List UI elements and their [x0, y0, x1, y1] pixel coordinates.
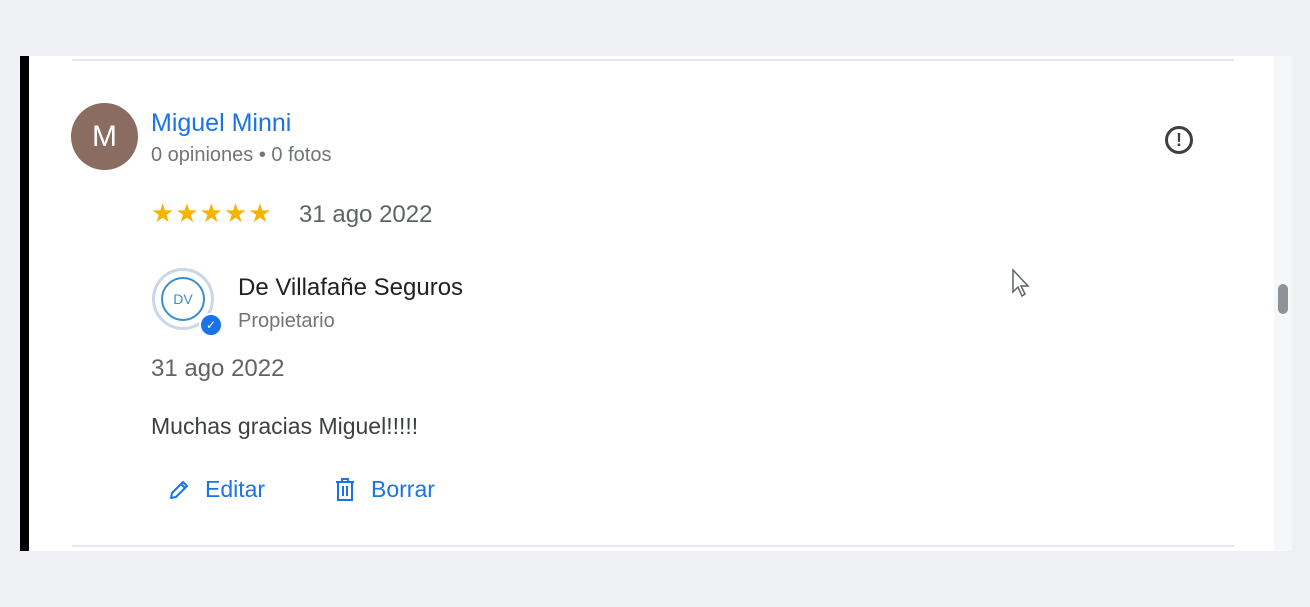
verified-check-icon: ✓ — [199, 313, 223, 337]
edit-label: Editar — [205, 476, 266, 502]
owner-role: Propietario — [238, 310, 335, 332]
rating-stars: ★★★★★ — [151, 198, 273, 228]
report-icon[interactable]: ! — [1165, 126, 1193, 154]
reviewer-name-link[interactable]: Miguel Minni — [151, 109, 291, 138]
scrollbar[interactable] — [1274, 56, 1292, 551]
top-divider — [72, 59, 1234, 61]
review-panel: M Miguel Minni 0 opiniones • 0 fotos ! ★… — [20, 56, 1292, 551]
owner-logo-text: DV — [161, 277, 205, 321]
owner-logo: DV ✓ — [152, 268, 223, 337]
mouse-cursor-icon — [1012, 268, 1030, 298]
pencil-icon — [170, 480, 188, 499]
delete-button[interactable]: Borrar — [333, 476, 435, 503]
owner-name: De Villafañe Seguros — [238, 274, 464, 301]
reviewer-meta: 0 opiniones • 0 fotos — [151, 144, 332, 166]
delete-label: Borrar — [371, 476, 435, 502]
trash-icon — [336, 477, 354, 501]
reply-date: 31 ago 2022 — [151, 355, 285, 382]
scrollbar-thumb[interactable] — [1278, 284, 1288, 314]
review-date: 31 ago 2022 — [299, 201, 433, 228]
bottom-divider — [72, 545, 1234, 547]
reply-text: Muchas gracias Miguel!!!!! — [151, 413, 419, 439]
reviewer-avatar[interactable]: M — [71, 103, 138, 170]
edit-button[interactable]: Editar — [167, 476, 265, 503]
